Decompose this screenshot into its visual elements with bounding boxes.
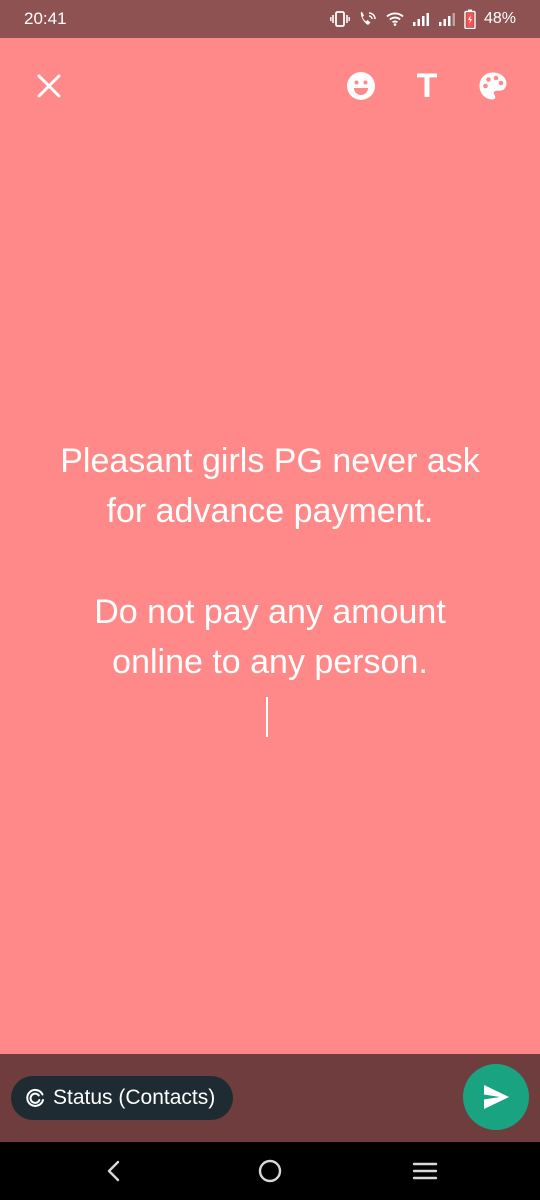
- signal-icon: [412, 13, 429, 26]
- close-icon: [37, 74, 61, 98]
- status-text-line: for advance payment.: [106, 492, 434, 530]
- recents-icon: [412, 1162, 438, 1180]
- back-icon: [107, 1160, 120, 1182]
- wifi-call-icon: [360, 12, 376, 25]
- status-composer-screen: 20:41 48% T Pleasant girls PG never ask …: [0, 0, 540, 1200]
- status-audience-label: Status (Contacts): [53, 1086, 216, 1109]
- status-text-input[interactable]: Pleasant girls PG never ask for advance …: [20, 436, 520, 737]
- signal-icon-2: [438, 13, 455, 26]
- emoji-icon: [347, 72, 375, 100]
- palette-icon: [479, 72, 507, 100]
- nav-back-button[interactable]: [84, 1142, 144, 1200]
- status-ring-icon: [26, 1088, 44, 1107]
- background-color-button[interactable]: [465, 58, 521, 114]
- editor-toolbar: T: [0, 58, 540, 114]
- status-time: 20:41: [24, 9, 67, 28]
- battery-percent: 48%: [483, 10, 516, 27]
- vibrate-icon: [330, 11, 350, 27]
- text-cursor: [266, 697, 268, 737]
- status-bar: 20:41 48%: [0, 0, 540, 38]
- status-text-line: Pleasant girls PG never ask: [60, 442, 480, 480]
- bottom-bar: Status (Contacts): [0, 1054, 540, 1142]
- nav-home-button[interactable]: [240, 1142, 300, 1200]
- text-style-button[interactable]: T: [399, 58, 455, 114]
- battery-icon: [464, 9, 476, 29]
- status-text-line: Do not pay any amount: [94, 593, 446, 631]
- navigation-bar: [0, 1142, 540, 1200]
- nav-recents-button[interactable]: [395, 1142, 455, 1200]
- wifi-icon: [386, 12, 404, 26]
- send-icon: [484, 1085, 509, 1109]
- close-button[interactable]: [21, 58, 77, 114]
- emoji-button[interactable]: [333, 58, 389, 114]
- text-style-icon: T: [416, 67, 438, 105]
- home-icon: [258, 1159, 282, 1183]
- send-button[interactable]: [463, 1064, 529, 1130]
- status-audience-button[interactable]: Status (Contacts): [11, 1076, 234, 1120]
- system-icons: 48%: [330, 9, 516, 29]
- status-text-line: online to any person.: [112, 643, 428, 681]
